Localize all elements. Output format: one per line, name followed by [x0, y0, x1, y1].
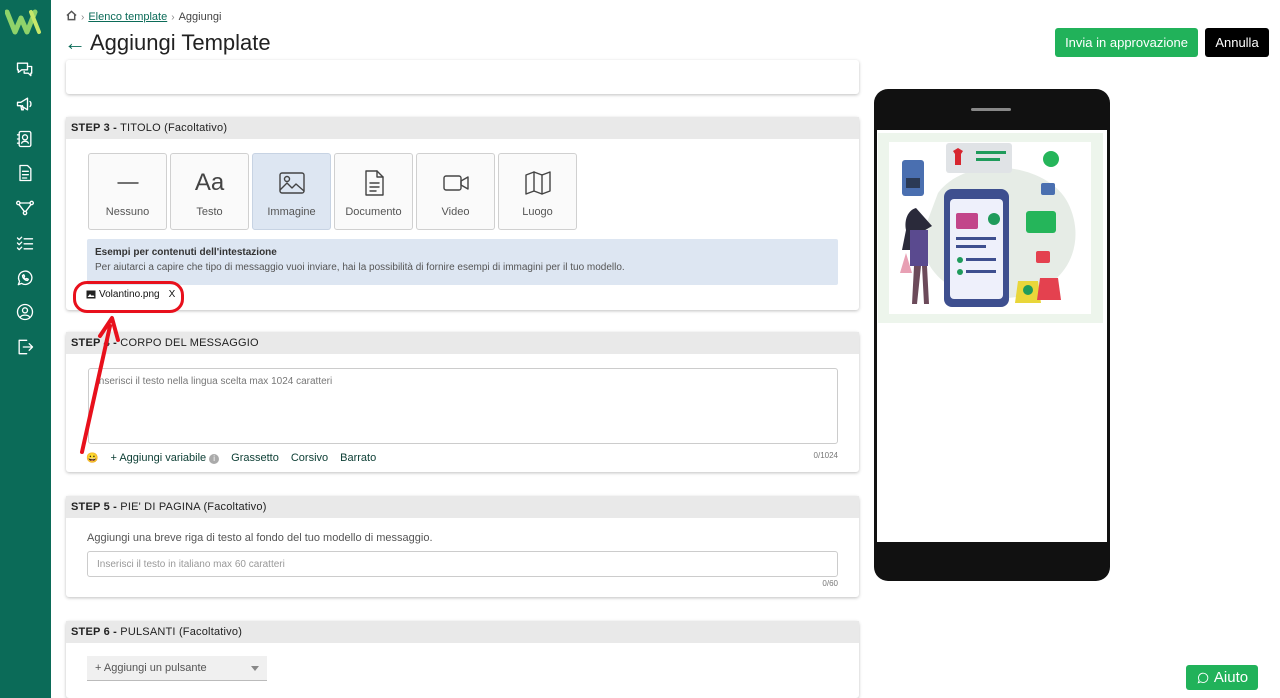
- info-description: Per aiutarci a capire che tipo di messag…: [95, 262, 625, 273]
- breadcrumb-current: Aggiungi: [178, 11, 222, 23]
- body-char-counter: 0/1024: [813, 451, 838, 460]
- phone-screen: [877, 130, 1107, 542]
- logout-icon[interactable]: [13, 335, 37, 359]
- footer-char-counter: 0/60: [822, 579, 838, 588]
- contacts-icon[interactable]: [13, 127, 37, 151]
- submit-approval-button[interactable]: Invia in approvazione: [1055, 28, 1198, 57]
- step6-card: STEP 6 - PULSANTI (Facoltativo) + Aggiun…: [66, 621, 859, 698]
- phone-preview: [874, 89, 1110, 581]
- type-option-location[interactable]: Luogo: [498, 153, 577, 230]
- brand-logo[interactable]: [5, 8, 45, 36]
- annotation-arrow: [80, 316, 120, 454]
- breadcrumb: › Elenco template › Aggiungi: [66, 10, 221, 24]
- text-aa-icon: Aa: [194, 169, 225, 196]
- type-option-text[interactable]: Aa Testo: [170, 153, 249, 230]
- step4-title: CORPO DEL MESSAGGIO: [120, 337, 259, 349]
- chat-icon[interactable]: [13, 57, 37, 81]
- checklist-icon[interactable]: [13, 231, 37, 255]
- add-button-dropdown[interactable]: + Aggiungi un pulsante: [87, 656, 267, 681]
- step4-header: STEP 4 - CORPO DEL MESSAGGIO: [66, 332, 859, 354]
- step3-title: TITOLO (Facoltativo): [120, 122, 228, 134]
- phone-speaker: [971, 108, 1011, 111]
- step5-number: STEP 5 -: [71, 501, 118, 513]
- back-arrow-icon[interactable]: ←: [64, 30, 86, 56]
- step5-card: STEP 5 - PIE' DI PAGINA (Facoltativo) Ag…: [66, 496, 859, 597]
- document-icon: [364, 170, 384, 196]
- footer-text-input[interactable]: Inserisci il testo in italiano max 60 ca…: [87, 551, 838, 577]
- dash-icon: [116, 182, 139, 184]
- step3-number: STEP 3 -: [71, 122, 118, 134]
- info-title: Esempi per contenuti dell'intestazione: [95, 247, 277, 258]
- megaphone-icon[interactable]: [13, 92, 37, 116]
- chevron-right-icon: ›: [81, 11, 85, 23]
- type-option-video[interactable]: Video: [416, 153, 495, 230]
- whatsapp-icon: [1197, 672, 1209, 683]
- header-examples-info: Esempi per contenuti dell'intestazione P…: [87, 239, 838, 285]
- step3-card: STEP 3 - TITOLO (Facoltativo) Nessuno Aa…: [66, 117, 859, 310]
- type-option-label: Nessuno: [105, 206, 150, 218]
- map-icon: [524, 171, 551, 195]
- step3-header: STEP 3 - TITOLO (Facoltativo): [66, 117, 859, 139]
- header-image-preview: [878, 133, 1103, 323]
- header-type-selector: Nessuno Aa Testo Immagine Documento Vide…: [88, 153, 577, 230]
- step5-header: STEP 5 - PIE' DI PAGINA (Facoltativo): [66, 496, 859, 518]
- step6-title: PULSANTI (Facoltativo): [120, 626, 243, 638]
- help-label: Aiuto: [1213, 669, 1249, 686]
- type-option-label: Luogo: [522, 206, 553, 218]
- home-icon[interactable]: [66, 10, 77, 24]
- video-icon: [442, 175, 469, 191]
- message-body-textarea[interactable]: Inserisci il testo nella lingua scelta m…: [88, 368, 838, 444]
- step6-number: STEP 6 -: [71, 626, 118, 638]
- type-option-label: Immagine: [267, 206, 316, 218]
- type-option-label: Testo: [196, 206, 223, 218]
- type-option-image[interactable]: Immagine: [252, 153, 331, 230]
- step5-title: PIE' DI PAGINA (Facoltativo): [120, 501, 267, 513]
- flow-icon[interactable]: [13, 196, 37, 220]
- step4-card: STEP 4 - CORPO DEL MESSAGGIO Inserisci i…: [66, 332, 859, 472]
- bold-button[interactable]: Grassetto: [231, 452, 279, 464]
- step6-header: STEP 6 - PULSANTI (Facoltativo): [66, 621, 859, 643]
- template-icon[interactable]: [13, 161, 37, 185]
- chevron-right-icon: ›: [171, 11, 175, 23]
- annotation-highlight-circle: [73, 281, 184, 313]
- strikethrough-button[interactable]: Barrato: [340, 452, 376, 464]
- previous-step-card: [66, 60, 859, 94]
- type-option-none[interactable]: Nessuno: [88, 153, 167, 230]
- add-button-label: + Aggiungi un pulsante: [95, 662, 207, 674]
- page-title-row: ← Aggiungi Template: [64, 30, 271, 56]
- type-option-document[interactable]: Documento: [334, 153, 413, 230]
- footer-description: Aggiungi una breve riga di testo al fond…: [87, 532, 433, 544]
- type-option-label: Documento: [345, 206, 402, 218]
- italic-button[interactable]: Corsivo: [291, 452, 328, 464]
- info-icon[interactable]: i: [209, 454, 220, 464]
- sidebar: [0, 0, 51, 698]
- caret-down-icon: [251, 666, 259, 671]
- whatsapp-icon[interactable]: [13, 266, 37, 290]
- image-icon: [278, 172, 305, 194]
- help-button[interactable]: Aiuto: [1186, 665, 1258, 690]
- account-icon[interactable]: [13, 300, 37, 324]
- cancel-button[interactable]: Annulla: [1205, 28, 1269, 57]
- type-option-label: Video: [441, 206, 470, 218]
- page-title: Aggiungi Template: [90, 30, 271, 55]
- breadcrumb-link-template-list[interactable]: Elenco template: [88, 11, 167, 23]
